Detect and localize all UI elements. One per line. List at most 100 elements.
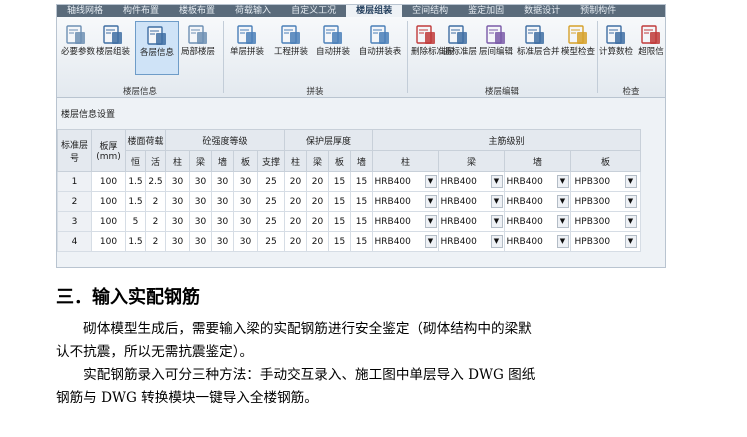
dropdown-arrow-icon[interactable]: ▼ — [624, 235, 637, 248]
table-cell[interactable]: 30 — [233, 211, 258, 232]
rebar-select[interactable]: HRB400 ▼ — [372, 171, 439, 192]
building-button[interactable]: 楼层组装 — [93, 21, 133, 73]
table-cell[interactable]: 15 — [328, 191, 351, 212]
dropdown-arrow-icon[interactable]: ▼ — [424, 215, 437, 228]
table-cell[interactable]: 1.5 — [125, 191, 146, 212]
rebar-select[interactable]: HRB400 ▼ — [438, 211, 505, 232]
table-cell[interactable]: 15 — [328, 231, 351, 252]
table-cell[interactable]: 30 — [165, 191, 190, 212]
table-cell[interactable]: 2 — [145, 191, 166, 212]
tab-9[interactable]: 预制构件 — [570, 5, 626, 17]
rebar-select[interactable]: HRB400 ▼ — [372, 231, 439, 252]
rebar-select[interactable]: HPB300 ▼ — [570, 211, 641, 232]
calc-check-button[interactable]: 计算数检 — [599, 21, 633, 73]
insert-floor-button[interactable]: 插标准层 — [443, 21, 477, 73]
table-cell[interactable]: 30 — [233, 231, 258, 252]
tab-0[interactable]: 轴线网格 — [57, 5, 113, 17]
single-assemble-button[interactable]: 单层拼装 — [227, 21, 267, 73]
table-cell[interactable]: 20 — [306, 171, 329, 192]
table-cell[interactable]: 100 — [91, 171, 126, 192]
table-cell[interactable]: 30 — [233, 191, 258, 212]
dropdown-arrow-icon[interactable]: ▼ — [424, 195, 437, 208]
dropdown-arrow-icon[interactable]: ▼ — [490, 175, 503, 188]
rebar-select[interactable]: HRB400 ▼ — [504, 231, 571, 252]
table-cell[interactable]: 30 — [165, 211, 190, 232]
table-cell[interactable]: 15 — [350, 191, 373, 212]
table-cell[interactable]: 30 — [211, 211, 234, 232]
rebar-select[interactable]: HRB400 ▼ — [438, 171, 505, 192]
table-cell[interactable]: 2 — [145, 231, 166, 252]
table-cell[interactable]: 2.5 — [145, 171, 166, 192]
table-cell[interactable]: 15 — [328, 211, 351, 232]
table-cell[interactable]: 25 — [257, 231, 285, 252]
dropdown-arrow-icon[interactable]: ▼ — [624, 175, 637, 188]
table-cell[interactable]: 5 — [125, 211, 146, 232]
table-cell[interactable]: 15 — [350, 211, 373, 232]
table-cell[interactable]: 25 — [257, 191, 285, 212]
tab-3[interactable]: 荷载输入 — [225, 5, 281, 17]
rebar-select[interactable]: HRB400 ▼ — [504, 171, 571, 192]
dropdown-arrow-icon[interactable]: ▼ — [556, 195, 569, 208]
rebar-select[interactable]: HPB300 ▼ — [570, 171, 641, 192]
table-cell[interactable]: 20 — [284, 231, 307, 252]
table-cell[interactable]: 15 — [350, 231, 373, 252]
auto-assemble-table-button[interactable]: 自动拼装表 — [355, 21, 405, 73]
table-cell[interactable]: 30 — [165, 231, 190, 252]
dropdown-arrow-icon[interactable]: ▼ — [556, 215, 569, 228]
rebar-select[interactable]: HRB400 ▼ — [438, 231, 505, 252]
rebar-select[interactable]: HPB300 ▼ — [570, 191, 641, 212]
table-cell[interactable]: 100 — [91, 191, 126, 212]
parameters-button[interactable]: 必要参数 — [61, 21, 95, 73]
tab-2[interactable]: 楼板布置 — [169, 5, 225, 17]
table-cell[interactable]: 30 — [165, 171, 190, 192]
table-cell[interactable]: 30 — [189, 211, 212, 232]
rebar-select[interactable]: HRB400 ▼ — [504, 211, 571, 232]
dropdown-arrow-icon[interactable]: ▼ — [490, 195, 503, 208]
floor-edit-button[interactable]: 层间编辑 — [477, 21, 515, 73]
rebar-select[interactable]: HRB400 ▼ — [372, 191, 439, 212]
tab-5[interactable]: 楼层组装 — [346, 5, 403, 17]
rebar-select[interactable]: HPB300 ▼ — [570, 231, 641, 252]
table-cell[interactable]: 30 — [189, 231, 212, 252]
dropdown-arrow-icon[interactable]: ▼ — [624, 195, 637, 208]
table-cell[interactable]: 1.5 — [125, 171, 146, 192]
tab-6[interactable]: 空间结构 — [402, 5, 458, 17]
table-cell[interactable]: 100 — [91, 211, 126, 232]
table-cell[interactable]: 30 — [211, 231, 234, 252]
dropdown-arrow-icon[interactable]: ▼ — [624, 215, 637, 228]
dropdown-arrow-icon[interactable]: ▼ — [424, 175, 437, 188]
table-cell[interactable]: 20 — [284, 191, 307, 212]
table-cell[interactable]: 25 — [257, 211, 285, 232]
overlimit-button[interactable]: 超限信 — [635, 21, 665, 73]
dropdown-arrow-icon[interactable]: ▼ — [490, 215, 503, 228]
tab-1[interactable]: 构件布置 — [113, 5, 169, 17]
dropdown-arrow-icon[interactable]: ▼ — [556, 175, 569, 188]
dropdown-arrow-icon[interactable]: ▼ — [424, 235, 437, 248]
project-assemble-button[interactable]: 工程拼装 — [271, 21, 311, 73]
table-cell[interactable]: 30 — [211, 171, 234, 192]
merge-floor-button[interactable]: 标准层合并 — [517, 21, 560, 73]
table-cell[interactable]: 100 — [91, 231, 126, 252]
tab-7[interactable]: 鉴定加固 — [458, 5, 514, 17]
dropdown-arrow-icon[interactable]: ▼ — [556, 235, 569, 248]
table-cell[interactable]: 25 — [257, 171, 285, 192]
local-floor-button[interactable]: 局部楼层 — [179, 21, 217, 73]
table-cell[interactable]: 20 — [284, 211, 307, 232]
auto-assemble-button[interactable]: 自动拼装 — [313, 21, 353, 73]
table-cell[interactable]: 2 — [145, 211, 166, 232]
tab-4[interactable]: 自定义工况 — [281, 5, 346, 17]
table-cell[interactable]: 20 — [284, 171, 307, 192]
table-cell[interactable]: 20 — [306, 191, 329, 212]
table-cell[interactable]: 30 — [233, 171, 258, 192]
table-cell[interactable]: 20 — [306, 211, 329, 232]
delete-floor-button[interactable]: 删除标准层 — [411, 21, 454, 73]
rebar-select[interactable]: HRB400 ▼ — [504, 191, 571, 212]
table-cell[interactable]: 30 — [189, 171, 212, 192]
table-cell[interactable]: 20 — [306, 231, 329, 252]
table-cell[interactable]: 30 — [189, 191, 212, 212]
table-cell[interactable]: 1.5 — [125, 231, 146, 252]
table-cell[interactable]: 30 — [211, 191, 234, 212]
dropdown-arrow-icon[interactable]: ▼ — [490, 235, 503, 248]
rebar-select[interactable]: HRB400 ▼ — [372, 211, 439, 232]
floor-info-button[interactable]: 各层信息 — [135, 21, 179, 75]
